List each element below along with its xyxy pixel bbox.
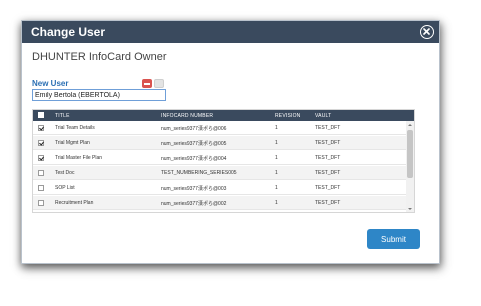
table-row[interactable]: Trial Master File Plan num_series9377漢ポら…: [33, 151, 407, 165]
row-vault: TEST_DFT: [315, 125, 341, 131]
row-title: Trial Team Details: [55, 125, 95, 131]
close-button[interactable]: [420, 25, 434, 39]
row-revision: 1: [275, 155, 278, 161]
row-number: num_series9377漢ポら@005: [161, 141, 227, 147]
row-revision: 1: [275, 140, 278, 146]
header-revision[interactable]: REVISION: [275, 113, 301, 119]
infocard-table: TITLE INFOCARD NUMBER REVISION VAULT Tri…: [32, 109, 415, 213]
row-title: Test Doc: [55, 170, 75, 176]
dialog-title: Change User: [31, 25, 106, 39]
row-title: SOP List: [55, 185, 75, 191]
row-revision: 1: [275, 170, 278, 176]
row-revision: 1: [275, 125, 278, 131]
row-number: TEST_NUMBERING_SERIES005: [161, 170, 237, 176]
header-title[interactable]: TITLE: [55, 113, 70, 119]
row-revision: 1: [275, 200, 278, 206]
row-vault: TEST_DFT: [315, 185, 341, 191]
scroll-up-icon[interactable]: [407, 122, 413, 128]
row-vault: TEST_DFT: [315, 200, 341, 206]
row-vault: TEST_DFT: [315, 140, 341, 146]
row-checkbox[interactable]: [38, 200, 44, 206]
row-checkbox[interactable]: [38, 125, 44, 131]
table-row[interactable]: SOP List num_series9377漢ポら@003 1 TEST_DF…: [33, 181, 407, 195]
row-checkbox[interactable]: [38, 185, 44, 191]
change-user-dialog: Change User DHUNTER InfoCard Owner New U…: [21, 20, 440, 264]
header-vault[interactable]: VAULT: [315, 113, 331, 119]
table-row[interactable]: Recruitment Plan num_series9377漢ポら@002 1…: [33, 196, 407, 210]
row-title: Trial Mgmt Plan: [55, 140, 90, 146]
table-row[interactable]: Trial Mgmt Plan num_series9377漢ポら@005 1 …: [33, 136, 407, 150]
row-checkbox[interactable]: [38, 170, 44, 176]
row-checkbox[interactable]: [38, 155, 44, 161]
row-title: Recruitment Plan: [55, 200, 94, 206]
dialog-titlebar: Change User: [22, 21, 439, 43]
row-number: num_series9377漢ポら@002: [161, 201, 227, 207]
select-all-checkbox[interactable]: [38, 112, 44, 118]
dialog-subtitle: DHUNTER InfoCard Owner: [32, 51, 167, 63]
new-user-label: New User: [32, 79, 69, 88]
row-vault: TEST_DFT: [315, 170, 341, 176]
scroll-thumb[interactable]: [407, 130, 413, 178]
new-user-input[interactable]: [32, 89, 166, 101]
row-number: num_series9377漢ポら@003: [161, 186, 227, 192]
table-header: TITLE INFOCARD NUMBER REVISION VAULT: [33, 110, 414, 121]
row-vault: TEST_DFT: [315, 155, 341, 161]
scroll-down-icon[interactable]: [407, 206, 413, 212]
table-row[interactable]: Test Doc TEST_NUMBERING_SERIES005 1 TEST…: [33, 166, 407, 180]
clear-user-button[interactable]: [154, 79, 164, 88]
close-icon: [423, 28, 430, 35]
table-scrollbar[interactable]: [406, 121, 414, 212]
submit-button[interactable]: Submit: [367, 229, 420, 249]
row-number: num_series9377漢ポら@004: [161, 156, 227, 162]
remove-user-button[interactable]: [142, 79, 152, 88]
row-revision: 1: [275, 185, 278, 191]
header-infocard-number[interactable]: INFOCARD NUMBER: [161, 113, 213, 119]
table-row[interactable]: Trial Team Details num_series9377漢ポら@006…: [33, 121, 407, 135]
row-checkbox[interactable]: [38, 140, 44, 146]
row-number: num_series9377漢ポら@006: [161, 126, 227, 132]
row-title: Trial Master File Plan: [55, 155, 103, 161]
